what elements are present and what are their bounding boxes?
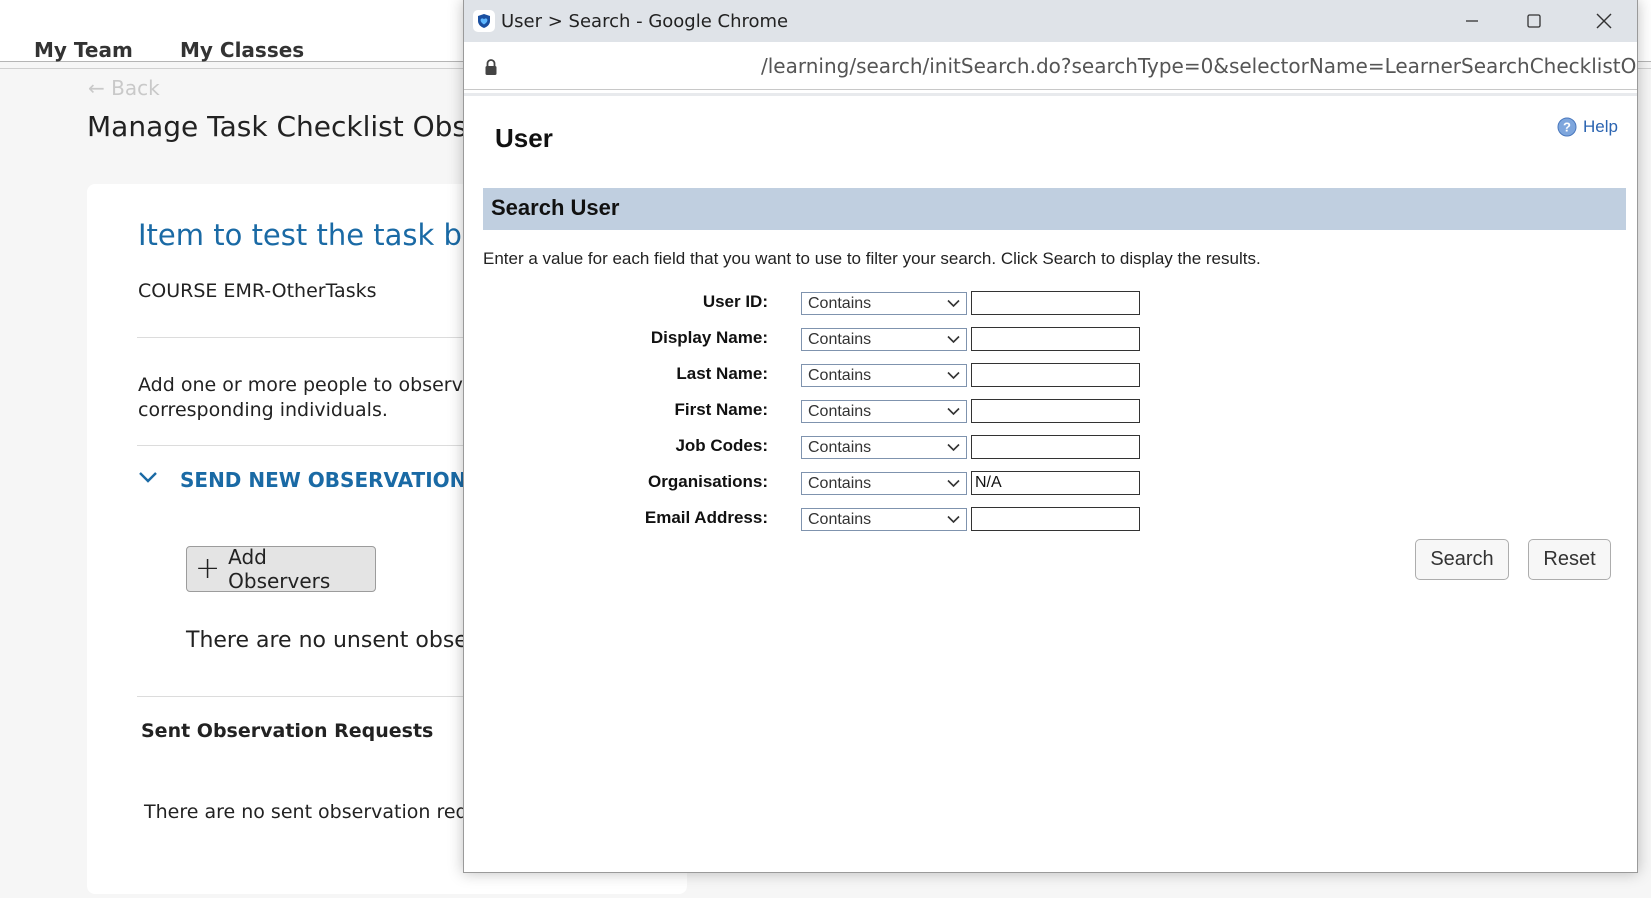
course-label: COURSE EMR-OtherTasks <box>138 280 377 302</box>
field-row-email-address: Email Address: Contains <box>464 506 1164 532</box>
maximize-button[interactable] <box>1514 6 1554 36</box>
email-address-operator-select[interactable]: Contains <box>801 508 967 531</box>
operator-value: Contains <box>808 295 872 312</box>
field-row-job-codes: Job Codes: Contains <box>464 434 1164 460</box>
popup-window: User > Search - Google Chrome /learning/… <box>463 0 1638 873</box>
display-name-operator-select[interactable]: Contains <box>801 328 967 351</box>
search-user-title: Search User <box>491 195 620 220</box>
plus-icon: + <box>195 551 221 586</box>
reset-button[interactable]: Reset <box>1528 539 1611 580</box>
sent-requests-title: Sent Observation Requests <box>141 720 434 742</box>
item-title: Item to test the task beha <box>138 218 516 252</box>
minimize-icon <box>1466 20 1478 22</box>
close-icon <box>1596 13 1612 29</box>
search-user-header: Search User <box>483 188 1626 230</box>
chevron-down-icon <box>947 335 960 344</box>
help-icon: ? <box>1557 117 1577 137</box>
field-row-user-id: User ID: Contains <box>464 290 1164 316</box>
field-label: Organisations: <box>648 472 768 491</box>
user-id-input[interactable] <box>971 291 1140 315</box>
chevron-down-icon[interactable] <box>138 470 158 484</box>
operator-value: Contains <box>808 439 872 456</box>
operator-value: Contains <box>808 367 872 384</box>
address-bar[interactable]: /learning/search/initSearch.do?searchTyp… <box>464 42 1637 90</box>
close-button[interactable] <box>1584 6 1624 36</box>
chevron-down-icon <box>947 479 960 488</box>
add-observers-button[interactable]: + Add Observers <box>186 545 376 593</box>
email-address-input[interactable] <box>971 507 1140 531</box>
instructions-text: Add one or more people to observe corres… <box>138 373 475 423</box>
display-name-input[interactable] <box>971 327 1140 351</box>
instructions-line-2: corresponding individuals. <box>138 399 388 421</box>
chevron-down-icon <box>947 515 960 524</box>
add-observers-label: Add Observers <box>228 545 331 593</box>
chevron-down-icon <box>947 443 960 452</box>
field-row-organisations: Organisations: Contains N/A <box>464 470 1164 496</box>
chevron-down-icon <box>947 407 960 416</box>
window-title: User > Search - Google Chrome <box>501 11 789 32</box>
first-name-input[interactable] <box>971 399 1140 423</box>
organisations-input[interactable]: N/A <box>971 471 1140 495</box>
job-codes-operator-select[interactable]: Contains <box>801 436 967 459</box>
url-text[interactable]: /learning/search/initSearch.do?searchTyp… <box>761 54 1637 78</box>
instructions-line-1: Add one or more people to observe <box>138 374 475 396</box>
search-button[interactable]: Search <box>1415 539 1509 580</box>
maximize-icon <box>1527 14 1541 28</box>
help-label: Help <box>1583 117 1618 136</box>
help-link[interactable]: ? Help <box>1557 117 1618 137</box>
user-id-operator-select[interactable]: Contains <box>801 292 967 315</box>
page-title: Manage Task Checklist Obse <box>87 110 485 143</box>
first-name-operator-select[interactable]: Contains <box>801 400 967 423</box>
field-label: Job Codes: <box>675 436 768 455</box>
operator-value: Contains <box>808 511 872 528</box>
url-host-redacted <box>514 54 764 80</box>
field-label: Last Name: <box>676 364 768 383</box>
chevron-down-icon <box>947 371 960 380</box>
svg-text:?: ? <box>1563 120 1571 135</box>
field-row-display-name: Display Name: Contains <box>464 326 1164 352</box>
operator-value: Contains <box>808 475 872 492</box>
field-row-last-name: Last Name: Contains <box>464 362 1164 388</box>
minimize-button[interactable] <box>1452 6 1492 36</box>
address-divider <box>464 93 1637 96</box>
chevron-down-icon <box>947 299 960 308</box>
field-row-first-name: First Name: Contains <box>464 398 1164 424</box>
operator-value: Contains <box>808 331 872 348</box>
operator-value: Contains <box>808 403 872 420</box>
nav-my-classes[interactable]: My Classes <box>180 38 304 62</box>
job-codes-input[interactable] <box>971 435 1140 459</box>
search-instructions: Enter a value for each field that you wa… <box>483 249 1261 268</box>
lock-icon[interactable] <box>484 58 498 76</box>
no-sent-message: There are no sent observation requ <box>144 801 480 823</box>
send-new-observation-section-title[interactable]: SEND NEW OBSERVATION R <box>180 468 489 492</box>
last-name-operator-select[interactable]: Contains <box>801 364 967 387</box>
field-label: Email Address: <box>644 508 768 527</box>
shield-heart-favicon-icon <box>473 10 495 32</box>
organisations-operator-select[interactable]: Contains <box>801 472 967 495</box>
last-name-input[interactable] <box>971 363 1140 387</box>
window-titlebar[interactable]: User > Search - Google Chrome <box>464 0 1637 42</box>
popup-heading: User <box>495 123 553 153</box>
field-label: Display Name: <box>650 328 768 347</box>
no-unsent-message: There are no unsent obser <box>186 628 477 653</box>
field-label: User ID: <box>702 292 768 311</box>
nav-my-team[interactable]: My Team <box>34 38 133 62</box>
field-label: First Name: <box>674 400 768 419</box>
back-link[interactable]: ← Back <box>88 76 160 100</box>
